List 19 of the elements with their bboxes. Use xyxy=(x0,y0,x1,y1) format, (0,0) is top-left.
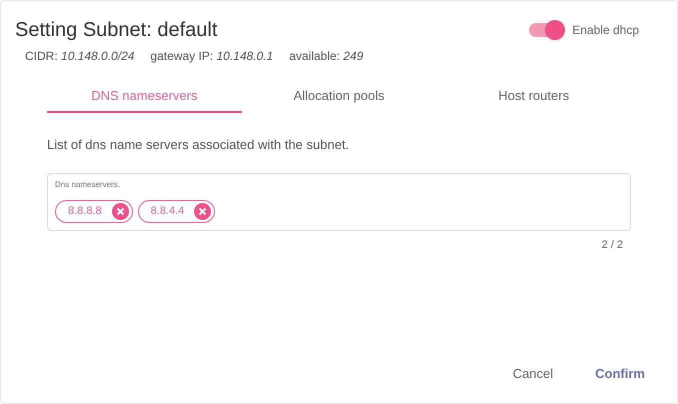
dhcp-toggle[interactable] xyxy=(529,23,564,37)
chip[interactable]: 8.8.4.4 xyxy=(138,200,216,222)
tab[interactable]: Allocation pools xyxy=(242,81,436,113)
info-text: CIDR: 10.148.0.0/24 xyxy=(25,48,134,65)
confirm-button[interactable]: Confirm xyxy=(581,359,659,389)
tab[interactable]: Host routers xyxy=(436,81,632,113)
tab[interactable]: DNS nameservers xyxy=(47,81,242,113)
cancel-button[interactable]: Cancel xyxy=(498,359,568,389)
remove-icon[interactable] xyxy=(194,202,212,220)
info-text: gateway IP: 10.148.0.1 xyxy=(150,48,274,65)
chip[interactable]: 8.8.8.8 xyxy=(55,200,133,222)
nameservers-field[interactable]: Dns nameservers. 8.8.8.8 8.8.4.4 xyxy=(47,172,631,230)
counter: 2 / 2 xyxy=(602,238,623,252)
dhcp-label: Enable dhcp xyxy=(572,22,639,39)
field-label: Dns nameservers. xyxy=(55,178,121,190)
description: List of dns name servers associated with the subnet. xyxy=(47,136,350,154)
dialog-title: Setting Subnet: default xyxy=(15,18,218,43)
info-text: available: 249 xyxy=(289,48,364,65)
remove-icon[interactable] xyxy=(112,202,129,220)
